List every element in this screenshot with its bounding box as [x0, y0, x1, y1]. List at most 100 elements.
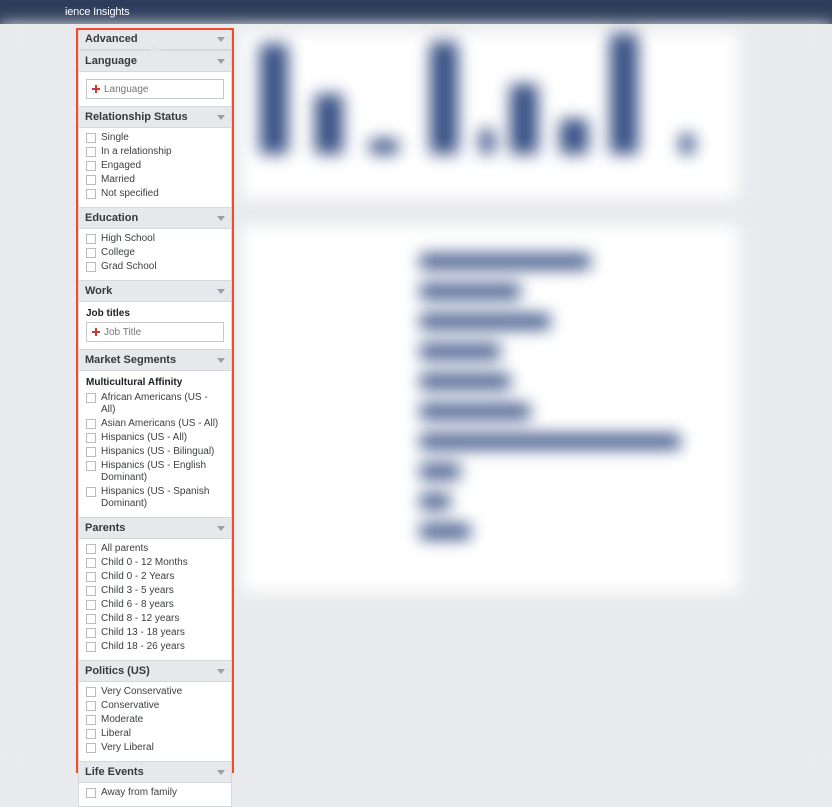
list-item[interactable]: College: [86, 246, 224, 260]
section-market-segments[interactable]: Market Segments: [79, 349, 231, 371]
job-title-input-shell[interactable]: [86, 322, 224, 342]
list-item[interactable]: Grad School: [86, 260, 224, 274]
job-title-input[interactable]: [104, 327, 219, 338]
section-politics[interactable]: Politics (US): [79, 660, 231, 682]
list-item-label: Away from family: [101, 787, 177, 799]
list-item[interactable]: Hispanics (US - Spanish Dominant): [86, 485, 224, 511]
language-input-shell[interactable]: [86, 79, 224, 99]
checkbox[interactable]: [86, 487, 96, 497]
section-parents-label: Parents: [85, 522, 125, 534]
checkbox[interactable]: [86, 600, 96, 610]
list-item[interactable]: Single: [86, 131, 224, 145]
checkbox[interactable]: [86, 788, 96, 798]
list-item-label: Child 13 - 18 years: [101, 627, 185, 639]
list-item-label: Married: [101, 174, 135, 186]
list-item[interactable]: Engaged: [86, 159, 224, 173]
list-item[interactable]: Not specified: [86, 187, 224, 201]
list-item[interactable]: All parents: [86, 542, 224, 556]
list-item[interactable]: African Americans (US - All): [86, 391, 224, 417]
list-item[interactable]: Hispanics (US - English Dominant): [86, 459, 224, 485]
checkbox[interactable]: [86, 461, 96, 471]
checkbox[interactable]: [86, 161, 96, 171]
list-item-label: Child 0 - 12 Months: [101, 557, 188, 569]
checkbox[interactable]: [86, 175, 96, 185]
checkbox[interactable]: [86, 147, 96, 157]
education-list: High SchoolCollegeGrad School: [79, 229, 231, 280]
language-input[interactable]: [104, 84, 219, 95]
checkbox[interactable]: [86, 628, 96, 638]
list-item-label: Grad School: [101, 261, 157, 273]
list-item[interactable]: Child 0 - 12 Months: [86, 556, 224, 570]
chevron-down-icon: [217, 216, 225, 221]
list-item[interactable]: Asian Americans (US - All): [86, 417, 224, 431]
checkbox[interactable]: [86, 133, 96, 143]
checkbox[interactable]: [86, 189, 96, 199]
list-item[interactable]: Child 3 - 5 years: [86, 584, 224, 598]
chevron-down-icon: [217, 37, 225, 42]
list-item[interactable]: Moderate: [86, 713, 224, 727]
pointer-notch: [149, 45, 161, 51]
list-item[interactable]: Hispanics (US - Bilingual): [86, 445, 224, 459]
list-item[interactable]: High School: [86, 232, 224, 246]
list-item[interactable]: Away from family: [86, 786, 224, 800]
list-item-label: Hispanics (US - Spanish Dominant): [101, 486, 224, 510]
section-language[interactable]: Language: [79, 50, 231, 72]
checkbox[interactable]: [86, 743, 96, 753]
section-education-label: Education: [85, 212, 138, 224]
list-item-label: Child 8 - 12 years: [101, 613, 179, 625]
checkbox[interactable]: [86, 701, 96, 711]
checkbox[interactable]: [86, 687, 96, 697]
section-parents[interactable]: Parents: [79, 517, 231, 539]
chevron-down-icon: [217, 115, 225, 120]
section-politics-label: Politics (US): [85, 665, 150, 677]
list-item[interactable]: Conservative: [86, 699, 224, 713]
add-icon: [91, 327, 100, 337]
chevron-down-icon: [217, 770, 225, 775]
top-bar: ience Insights: [0, 0, 832, 24]
parents-list: All parents Child 0 - 12 MonthsChild 0 - …: [79, 539, 231, 660]
section-life-events-label: Life Events: [85, 766, 144, 778]
checkbox[interactable]: [86, 642, 96, 652]
section-relationship[interactable]: Relationship Status: [79, 106, 231, 128]
checkbox[interactable]: [86, 729, 96, 739]
section-education[interactable]: Education: [79, 207, 231, 229]
checkbox[interactable]: [86, 393, 96, 403]
list-item-label: Child 3 - 5 years: [101, 585, 174, 597]
add-icon: [91, 84, 100, 94]
checkbox[interactable]: [86, 433, 96, 443]
list-item[interactable]: Very Conservative: [86, 685, 224, 699]
list-item[interactable]: Child 13 - 18 years: [86, 626, 224, 640]
list-item[interactable]: Liberal: [86, 727, 224, 741]
list-item-label: Engaged: [101, 160, 141, 172]
list-item[interactable]: Very Liberal: [86, 741, 224, 755]
list-item[interactable]: Child 18 - 26 years: [86, 640, 224, 654]
list-item[interactable]: Hispanics (US - All): [86, 431, 224, 445]
list-item[interactable]: Child 0 - 2 Years: [86, 570, 224, 584]
checkbox[interactable]: [86, 558, 96, 568]
chevron-down-icon: [217, 59, 225, 64]
list-item-label: Single: [101, 132, 129, 144]
section-life-events[interactable]: Life Events: [79, 761, 231, 783]
list-item-label: Child 18 - 26 years: [101, 641, 185, 653]
checkbox[interactable]: [86, 447, 96, 457]
checkbox[interactable]: [86, 586, 96, 596]
checkbox[interactable]: [86, 715, 96, 725]
section-work[interactable]: Work: [79, 280, 231, 302]
list-item[interactable]: Married: [86, 173, 224, 187]
checkbox[interactable]: [86, 572, 96, 582]
checkbox[interactable]: [86, 614, 96, 624]
checkbox[interactable]: [86, 234, 96, 244]
list-item[interactable]: Child 8 - 12 years: [86, 612, 224, 626]
list-item[interactable]: In a relationship: [86, 145, 224, 159]
language-input-row: [79, 72, 231, 106]
checkbox[interactable]: [86, 419, 96, 429]
checkbox[interactable]: [86, 262, 96, 272]
checkbox[interactable]: [86, 248, 96, 258]
relationship-list: SingleIn a relationshipEngaged MarriedNot…: [79, 128, 231, 207]
job-titles-label: Job titles: [79, 302, 231, 322]
list-item[interactable]: Child 6 - 8 years: [86, 598, 224, 612]
app-title: ience Insights: [65, 6, 129, 18]
list-item-label: African Americans (US - All): [101, 392, 224, 416]
checkbox[interactable]: [86, 544, 96, 554]
list-item-label: All parents: [101, 543, 148, 555]
